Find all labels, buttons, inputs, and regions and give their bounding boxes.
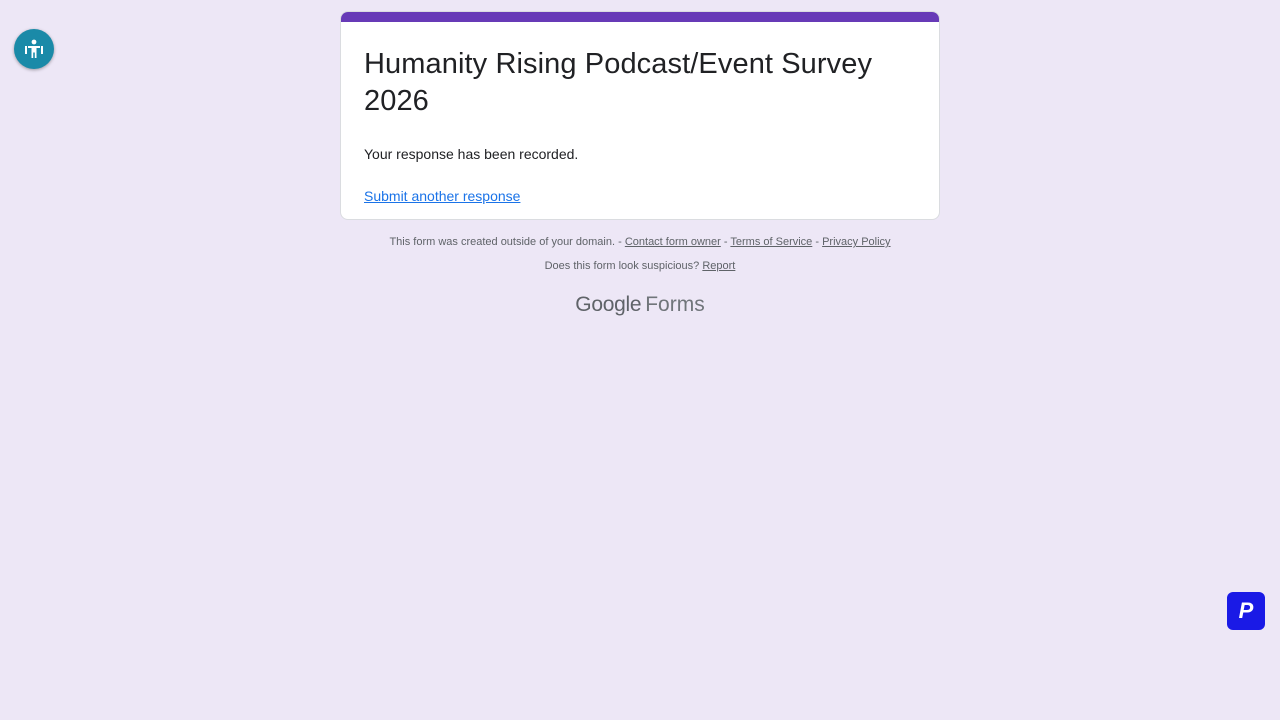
contact-form-owner-link[interactable]: Contact form owner	[625, 236, 721, 248]
form-title: Humanity Rising Podcast/Event Survey 202…	[364, 48, 873, 117]
footer-domain-line: This form was created outside of your do…	[340, 234, 940, 250]
google-forms-logo[interactable]: Google Forms	[340, 292, 940, 318]
footer-separator: -	[720, 236, 731, 248]
privacy-policy-link[interactable]: Privacy Policy	[822, 236, 890, 248]
page: Humanity Rising Podcast/Event Survey 202…	[0, 0, 1280, 720]
footer-separator: -	[812, 236, 823, 248]
p-logo-icon: P	[1238, 598, 1254, 623]
accessibility-icon	[25, 39, 43, 58]
confirmation-message: Your response has been recorded.	[364, 146, 579, 162]
domain-note: This form was created outside of your do…	[389, 236, 625, 248]
accessibility-button[interactable]	[14, 29, 54, 69]
submit-another-response-link[interactable]: Submit another response	[364, 186, 520, 206]
report-link[interactable]: Report	[702, 260, 735, 272]
suspicious-text: Does this form look suspicious?	[544, 260, 703, 272]
card-accent-bar	[341, 12, 939, 22]
forms-wordmark: Forms	[645, 293, 705, 316]
footer-suspicious-line: Does this form look suspicious? Report	[340, 258, 940, 274]
extension-p-button[interactable]: P	[1227, 592, 1265, 630]
google-wordmark: Google	[575, 293, 642, 316]
confirmation-card: Humanity Rising Podcast/Event Survey 202…	[340, 11, 940, 220]
terms-of-service-link[interactable]: Terms of Service	[730, 236, 812, 248]
